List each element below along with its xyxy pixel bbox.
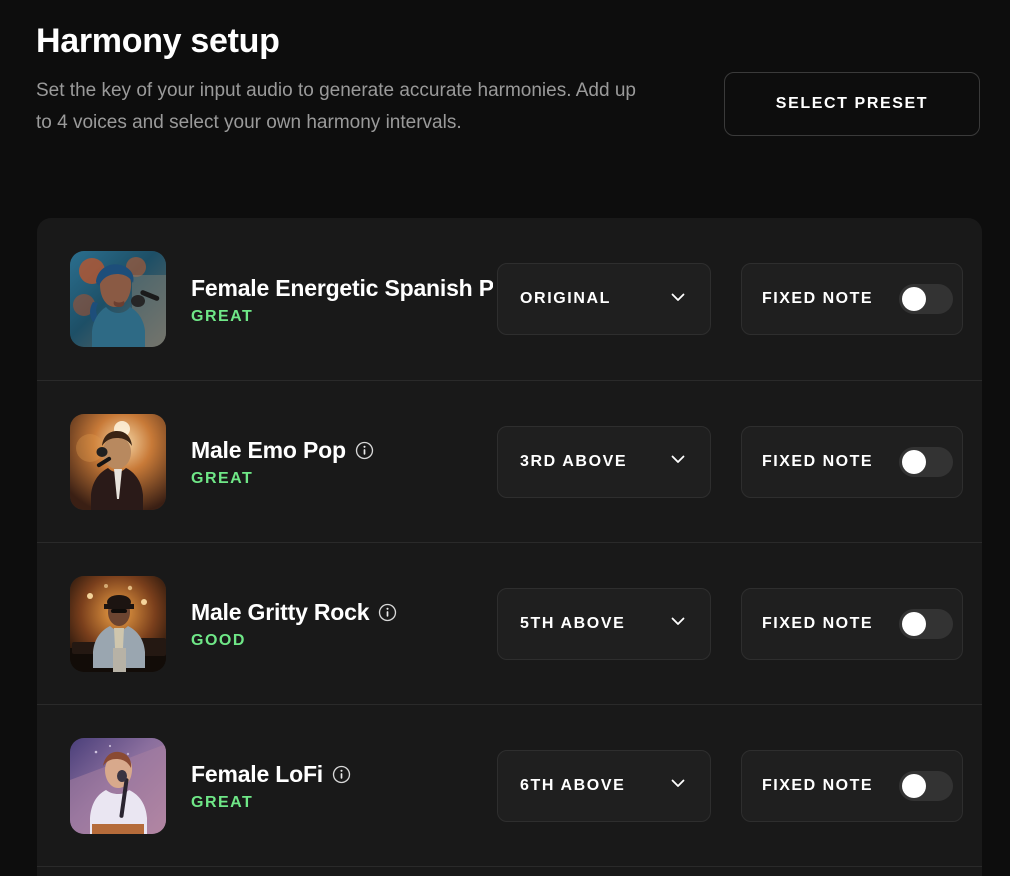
fixed-note-label: FIXED NOTE: [762, 776, 874, 794]
fixed-note-toggle[interactable]: [899, 446, 953, 477]
voice-name-line: Female Energetic Spanish Pop: [191, 273, 493, 303]
harmony-setup-page: Harmony setup Set the key of your input …: [0, 0, 1010, 876]
fixed-note-label: FIXED NOTE: [762, 290, 874, 307]
fixed-note-label: FIXED NOTE: [762, 614, 874, 632]
voice-name-line: Female LoFi: [191, 759, 493, 789]
voice-name-line: Male Gritty Rock: [191, 597, 493, 627]
harmony-interval-dropdown[interactable]: 5TH ABOVE: [497, 587, 711, 660]
status-badge: GREAT: [191, 307, 254, 325]
page-title: Harmony setup: [36, 22, 280, 60]
toggle-knob: [902, 287, 926, 311]
fixed-note-toggle[interactable]: [899, 608, 953, 639]
harmony-interval-dropdown[interactable]: 3RD ABOVE: [497, 425, 711, 498]
voice-name-line: Male Emo Pop: [191, 435, 493, 465]
fixed-note-control: FIXED NOTE: [741, 587, 963, 660]
harmony-interval-dropdown[interactable]: ORIGINAL: [497, 263, 711, 335]
voice-name: Female LoFi: [191, 761, 323, 787]
select-preset-button[interactable]: SELECT PRESET: [724, 72, 980, 136]
info-icon[interactable]: [332, 765, 351, 784]
voice-info: Male Emo Pop GREAT: [191, 435, 493, 488]
table-row[interactable]: Male Gritty Rock GOOD 5TH ABOVE FIXED NO…: [37, 542, 982, 704]
page-description: Set the key of your input audio to gener…: [36, 80, 636, 134]
table-row[interactable]: Female LoFi GREAT 6TH ABOVE FIXED NOTE: [37, 704, 982, 866]
status-badge: GOOD: [191, 632, 246, 649]
harmony-interval-dropdown[interactable]: 6TH ABOVE: [497, 749, 711, 822]
toggle-knob: [902, 611, 926, 636]
chevron-down-icon: [668, 773, 688, 798]
voice-list-card: Female Energetic Spanish Pop GREAT ORIGI…: [37, 218, 982, 876]
voice-name: Male Emo Pop: [191, 437, 346, 463]
table-row[interactable]: Male Emo Pop GREAT 3RD ABOVE FIXED NOTE: [37, 380, 982, 542]
harmony-interval-value: 5TH ABOVE: [520, 614, 626, 632]
page-header: Harmony setup Set the key of your input …: [36, 22, 982, 182]
info-icon[interactable]: [355, 441, 374, 460]
voice-name: Female Energetic Spanish Pop: [191, 274, 493, 301]
fixed-note-toggle[interactable]: [899, 284, 953, 314]
voice-thumbnail: [70, 413, 166, 510]
harmony-interval-value: ORIGINAL: [520, 290, 612, 307]
toggle-knob: [902, 773, 926, 798]
harmony-interval-value: 3RD ABOVE: [520, 452, 628, 470]
voice-info: Male Gritty Rock GOOD: [191, 597, 493, 650]
voice-thumbnail: [70, 575, 166, 672]
harmony-interval-value: 6TH ABOVE: [520, 776, 626, 794]
info-icon[interactable]: [378, 603, 397, 622]
voice-info: Female LoFi GREAT: [191, 759, 493, 812]
status-badge: GREAT: [191, 794, 254, 811]
fixed-note-control: FIXED NOTE: [741, 425, 963, 498]
voice-name: Male Gritty Rock: [191, 599, 370, 625]
voice-info: Female Energetic Spanish Pop GREAT: [191, 273, 493, 326]
status-badge: GREAT: [191, 470, 254, 487]
toggle-knob: [902, 449, 926, 474]
fixed-note-toggle[interactable]: [899, 770, 953, 801]
fixed-note-label: FIXED NOTE: [762, 452, 874, 470]
table-row[interactable]: Female Energetic Spanish Pop GREAT ORIGI…: [37, 218, 982, 380]
voice-thumbnail: [70, 737, 166, 834]
fixed-note-control: FIXED NOTE: [741, 749, 963, 822]
voice-thumbnail: [70, 251, 166, 347]
fixed-note-control: FIXED NOTE: [741, 263, 963, 335]
chevron-down-icon: [668, 449, 688, 474]
table-row[interactable]: [37, 866, 982, 876]
chevron-down-icon: [668, 287, 688, 312]
chevron-down-icon: [668, 611, 688, 636]
